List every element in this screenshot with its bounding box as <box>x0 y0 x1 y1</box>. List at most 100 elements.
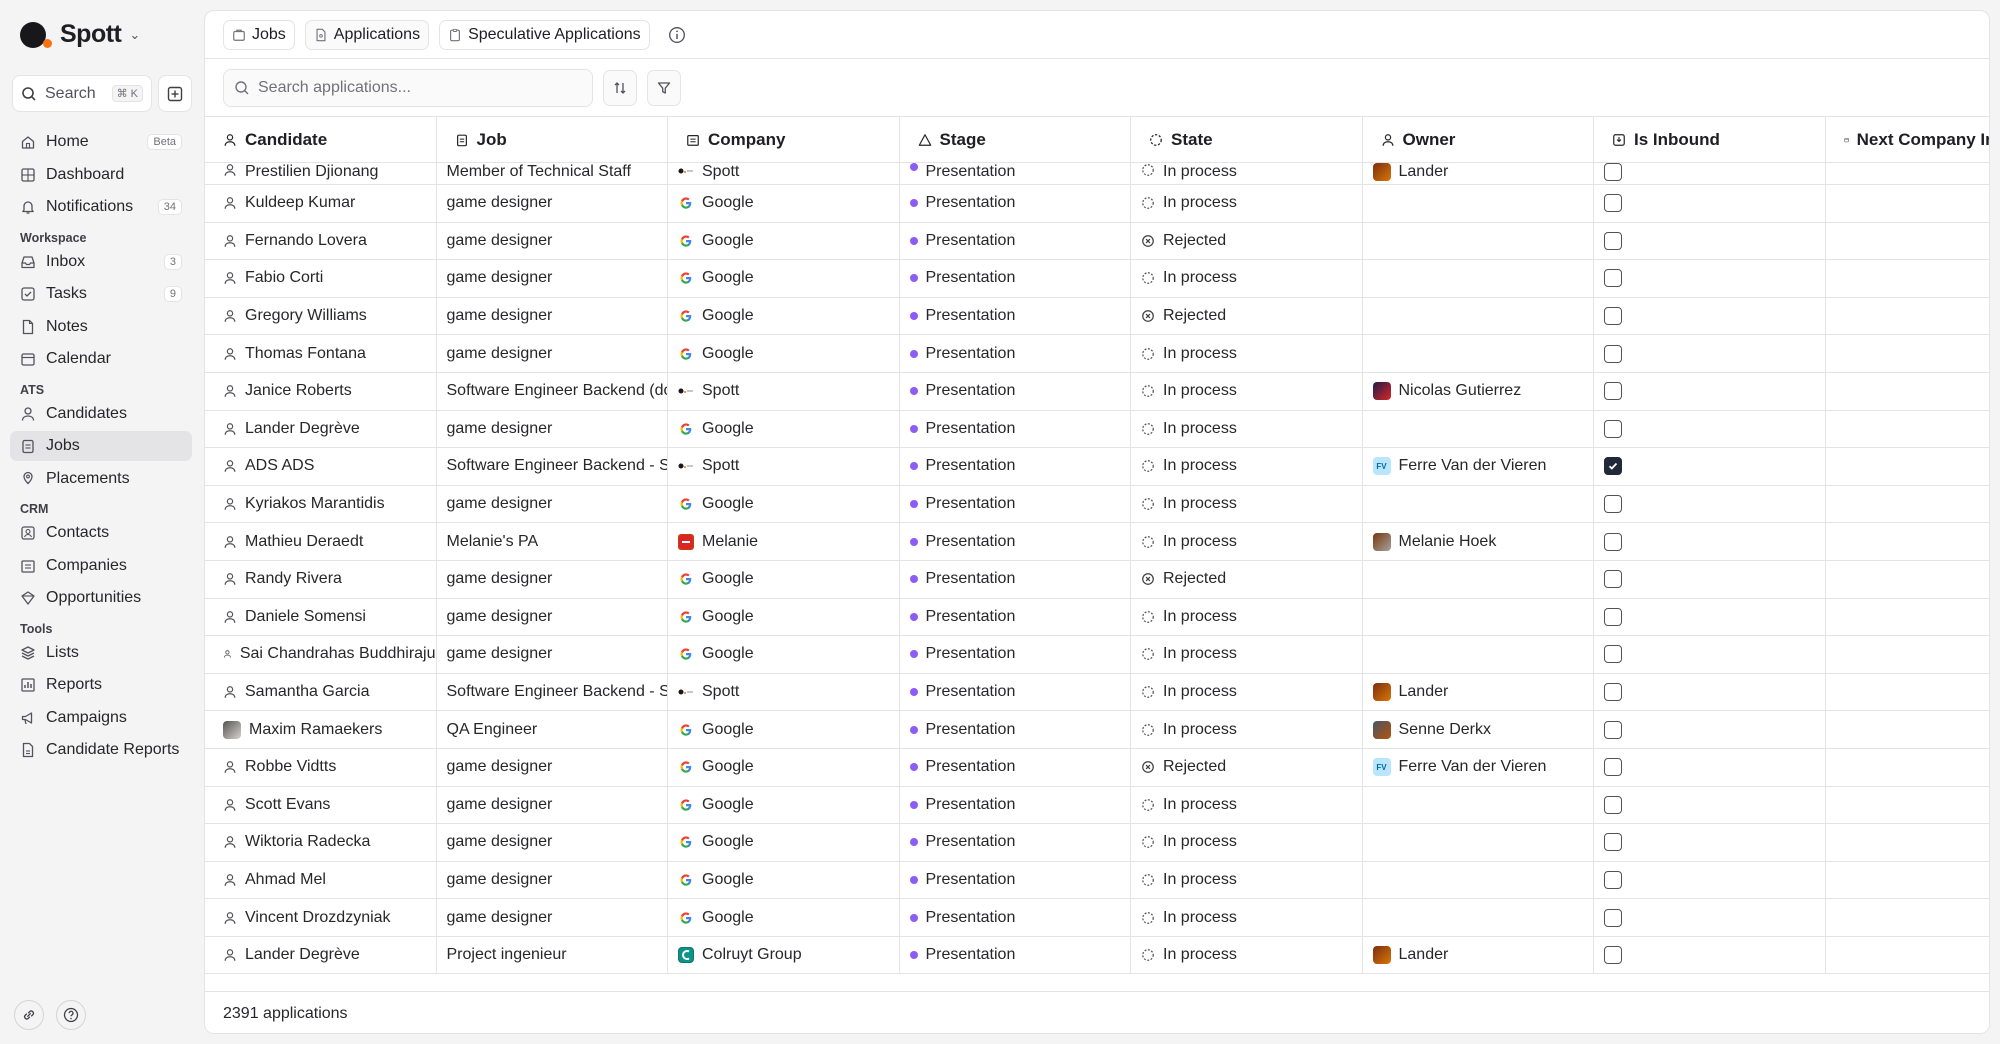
job-cell[interactable]: Melanie's PA <box>437 523 668 560</box>
candidate-cell[interactable]: Prestilien Djionang <box>205 163 437 184</box>
table-row[interactable]: Randy Rivera game designer Google Presentat… <box>205 560 1989 599</box>
column-header-owner[interactable]: Owner <box>1363 117 1594 162</box>
is-inbound-checkbox[interactable] <box>1604 683 1622 702</box>
next-company-interview-cell[interactable] <box>1826 711 1990 748</box>
sidebar-item-contacts[interactable]: Contacts <box>10 518 192 548</box>
next-company-interview-cell[interactable] <box>1826 824 1990 861</box>
tab-applications[interactable]: Applications <box>304 19 430 50</box>
sidebar-item-calendar[interactable]: Calendar <box>10 344 192 374</box>
company-cell[interactable]: Google <box>668 560 900 598</box>
table-row[interactable]: Fernando Lovera game designer Google Presen… <box>205 222 1989 261</box>
state-cell[interactable]: Rejected <box>1131 222 1363 260</box>
job-cell[interactable]: game designer <box>437 786 668 824</box>
table-row[interactable]: Prestilien Djionang Member of Technical S… <box>205 163 1989 185</box>
table-row[interactable]: Thomas Fontana game designer Google Present… <box>205 335 1990 373</box>
is-inbound-checkbox[interactable] <box>1604 194 1622 213</box>
table-row[interactable]: Scott Evans game designer Google Presentati… <box>205 786 1989 825</box>
is-inbound-checkbox[interactable] <box>1604 946 1622 965</box>
table-row[interactable]: Gregory Williams game designer Google Prese… <box>205 297 1989 336</box>
company-cell[interactable]: Spott <box>668 448 900 485</box>
candidate-cell[interactable]: ADS ADS <box>205 448 437 485</box>
next-company-interview-cell[interactable] <box>1826 335 1990 372</box>
owner-cell[interactable] <box>1363 410 1594 448</box>
company-cell[interactable]: Google <box>668 786 900 824</box>
company-cell[interactable]: Google <box>668 485 900 523</box>
next-company-interview-cell[interactable] <box>1826 411 1990 448</box>
candidate-cell[interactable]: Samantha Garcia <box>205 673 437 711</box>
job-cell[interactable]: game designer <box>437 335 668 372</box>
owner-cell[interactable]: Lander <box>1363 673 1594 711</box>
candidate-cell[interactable]: Ahmad Mel <box>205 861 437 899</box>
stage-cell[interactable]: Presentation <box>900 936 1131 974</box>
company-cell[interactable]: Google <box>668 636 900 673</box>
table-row[interactable]: Wiktoria Radecka game designer Google Prese… <box>205 824 1990 862</box>
owner-cell[interactable] <box>1363 260 1594 297</box>
owner-cell[interactable] <box>1363 185 1594 222</box>
stage-cell[interactable]: Presentation <box>900 222 1131 260</box>
company-cell[interactable]: Google <box>668 824 900 861</box>
job-cell[interactable]: Software Engineer Backend - S <box>437 448 668 485</box>
owner-cell[interactable]: Lander <box>1363 936 1594 974</box>
is-inbound-checkbox[interactable] <box>1604 163 1622 181</box>
link-icon[interactable] <box>14 1000 44 1030</box>
candidate-cell[interactable]: Fernando Lovera <box>205 222 437 260</box>
state-cell[interactable]: In process <box>1131 260 1363 297</box>
state-cell[interactable]: Rejected <box>1131 560 1363 598</box>
next-company-interview-cell[interactable] <box>1826 185 1990 222</box>
sidebar-item-tasks[interactable]: Tasks 9 <box>10 279 192 309</box>
candidate-cell[interactable]: Janice Roberts <box>205 372 437 410</box>
is-inbound-checkbox[interactable] <box>1604 720 1622 739</box>
sidebar-item-candidate-reports[interactable]: Candidate Reports <box>10 735 192 765</box>
state-cell[interactable]: In process <box>1131 673 1363 711</box>
column-header-state[interactable]: State <box>1131 117 1363 162</box>
stage-cell[interactable]: Presentation <box>900 711 1131 748</box>
is-inbound-checkbox[interactable] <box>1604 645 1622 664</box>
table-row[interactable]: Ahmad Mel game designer Google Presentation… <box>205 861 1989 900</box>
tab-speculative-applications[interactable]: Speculative Applications <box>439 19 650 50</box>
next-company-interview-cell[interactable] <box>1826 523 1990 560</box>
filter-button[interactable] <box>647 69 681 106</box>
table-row[interactable]: Samantha Garcia Software Engineer Backend… <box>205 673 1989 712</box>
next-company-interview-cell[interactable] <box>1826 260 1990 297</box>
new-item-button[interactable] <box>158 75 192 112</box>
table-row[interactable]: Maxim Ramaekers QA Engineer Google Presenta… <box>205 711 1990 749</box>
company-cell[interactable]: Google <box>668 222 900 260</box>
owner-cell[interactable] <box>1363 636 1594 673</box>
column-header-company[interactable]: Company <box>668 117 900 162</box>
sidebar-item-companies[interactable]: Companies <box>10 551 192 581</box>
stage-cell[interactable]: Presentation <box>900 899 1131 936</box>
candidate-cell[interactable]: Lander Degrève <box>205 936 437 974</box>
company-cell[interactable]: Google <box>668 598 900 636</box>
owner-cell[interactable]: Melanie Hoek <box>1363 523 1594 560</box>
company-cell[interactable]: Spott <box>668 163 900 184</box>
is-inbound-checkbox[interactable] <box>1604 307 1622 326</box>
sort-button[interactable] <box>603 69 637 106</box>
sidebar-item-candidates[interactable]: Candidates <box>10 399 192 429</box>
candidate-cell[interactable]: Lander Degrève <box>205 410 437 448</box>
is-inbound-checkbox[interactable] <box>1604 833 1622 852</box>
candidate-cell[interactable]: Mathieu Deraedt <box>205 523 437 560</box>
job-cell[interactable]: game designer <box>437 185 668 222</box>
job-cell[interactable]: game designer <box>437 636 668 673</box>
state-cell[interactable]: In process <box>1131 824 1363 861</box>
table-row[interactable]: Lander Degrève Project ingenieur Colruyt G… <box>205 936 1989 975</box>
column-header-stage[interactable]: Stage <box>900 117 1131 162</box>
candidate-cell[interactable]: Fabio Corti <box>205 260 437 297</box>
owner-cell[interactable] <box>1363 560 1594 598</box>
company-cell[interactable]: Google <box>668 297 900 335</box>
state-cell[interactable]: In process <box>1131 163 1363 184</box>
stage-cell[interactable]: Presentation <box>900 636 1131 673</box>
company-cell[interactable]: Spott <box>668 673 900 711</box>
state-cell[interactable]: In process <box>1131 523 1363 560</box>
is-inbound-checkbox[interactable] <box>1604 870 1622 889</box>
owner-cell[interactable] <box>1363 786 1594 824</box>
candidate-cell[interactable]: Wiktoria Radecka <box>205 824 437 861</box>
company-cell[interactable]: Google <box>668 410 900 448</box>
company-cell[interactable]: Google <box>668 899 900 936</box>
stage-cell[interactable]: Presentation <box>900 410 1131 448</box>
state-cell[interactable]: In process <box>1131 335 1363 372</box>
state-cell[interactable]: In process <box>1131 410 1363 448</box>
info-icon[interactable] <box>668 26 686 44</box>
job-cell[interactable]: Software Engineer Backend - S <box>437 673 668 711</box>
candidate-cell[interactable]: Randy Rivera <box>205 560 437 598</box>
